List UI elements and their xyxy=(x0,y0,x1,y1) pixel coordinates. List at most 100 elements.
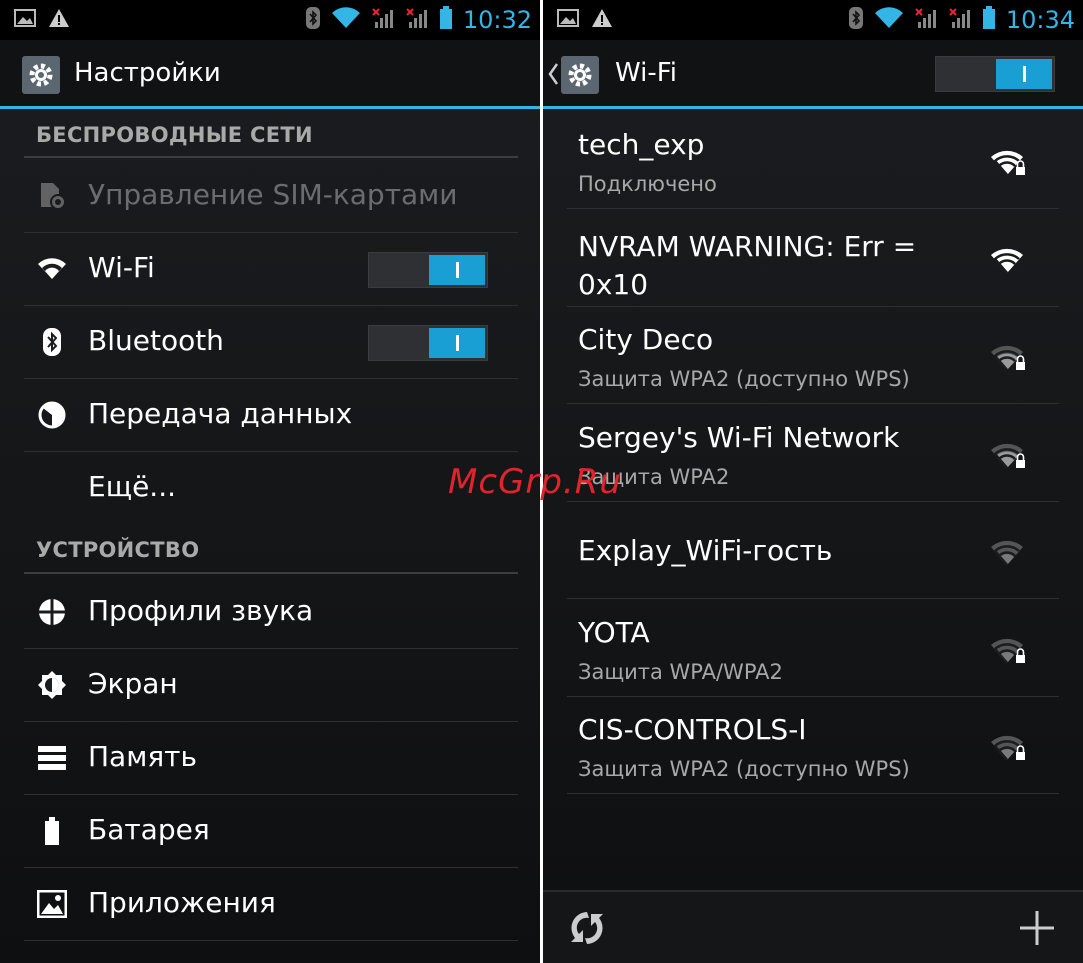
warning-notification-icon xyxy=(591,8,613,32)
network-name: NVRAM WARNING: Err = 0x10 xyxy=(578,230,917,301)
page-title: Настройки xyxy=(74,58,221,88)
settings-item-battery[interactable]: Батарея xyxy=(0,795,540,867)
sound-profile-icon xyxy=(36,596,68,628)
bluetooth-toggle[interactable] xyxy=(368,325,488,361)
action-bar: Wi-Fi xyxy=(543,40,1083,108)
picture-notification-icon xyxy=(557,9,579,31)
settings-gear-icon[interactable] xyxy=(561,56,599,94)
brightness-icon xyxy=(36,669,68,701)
signal-sim1-icon xyxy=(371,7,395,33)
network-item[interactable]: YOTA Защита WPA/WPA2 xyxy=(543,600,1083,697)
settings-item-label: Передача данных xyxy=(88,397,353,430)
settings-item-label: Wi-Fi xyxy=(88,251,155,284)
action-bar: Настройки xyxy=(0,40,540,108)
row-divider xyxy=(24,940,518,941)
settings-item-label: Bluetooth xyxy=(88,324,224,357)
bluetooth-status-icon xyxy=(305,6,321,34)
settings-item-label: Экран xyxy=(88,667,178,700)
section-header-device: УСТРОЙСТВО xyxy=(36,538,200,562)
toggle-thumb xyxy=(429,255,485,285)
settings-item-label: Батарея xyxy=(88,813,210,846)
battery-status-icon xyxy=(439,6,453,34)
wifi-status-icon xyxy=(874,7,904,33)
wifi-toggle[interactable] xyxy=(368,252,488,288)
signal-sim1-icon xyxy=(914,7,938,33)
network-status: Защита WPA/WPA2 xyxy=(578,660,783,684)
storage-icon xyxy=(36,742,68,774)
action-bar-divider xyxy=(543,106,1083,109)
wifi-signal-lock-icon xyxy=(989,730,1029,762)
settings-item-label: Приложения xyxy=(88,886,276,919)
network-item[interactable]: Explay_WiFi-гость xyxy=(543,502,1083,599)
section-divider xyxy=(24,572,518,574)
apps-icon xyxy=(36,888,68,920)
row-divider xyxy=(567,598,1059,599)
wps-button[interactable] xyxy=(563,906,611,954)
status-bar: 10:32 xyxy=(0,0,540,40)
warning-notification-icon xyxy=(48,8,70,32)
wifi-signal-lock-icon xyxy=(989,633,1029,665)
bluetooth-status-icon xyxy=(848,6,864,34)
row-divider xyxy=(567,403,1059,404)
data-usage-icon xyxy=(36,399,68,431)
bottom-action-bar xyxy=(543,890,1083,963)
sim-card-icon xyxy=(36,180,68,212)
settings-item-sound[interactable]: Профили звука xyxy=(0,576,540,648)
network-name: City Deco xyxy=(578,323,714,356)
plus-icon xyxy=(1017,908,1057,952)
status-time: 10:32 xyxy=(462,6,532,34)
back-chevron-icon[interactable] xyxy=(547,62,559,90)
settings-item-display[interactable]: Экран xyxy=(0,649,540,721)
wifi-screen: 10:34 Wi-Fi tech_exp Подключено NVRAM WARN… xyxy=(543,0,1083,963)
battery-icon xyxy=(36,815,68,847)
bluetooth-icon xyxy=(36,326,68,358)
settings-item-label: Ещё... xyxy=(88,470,176,503)
wifi-signal-lock-icon xyxy=(989,340,1029,372)
wps-icon xyxy=(567,908,607,952)
settings-item-apps[interactable]: Приложения xyxy=(0,868,540,940)
wifi-signal-icon xyxy=(989,535,1029,567)
network-name: YOTA xyxy=(578,616,650,649)
settings-item-label: Память xyxy=(88,740,197,773)
toggle-thumb xyxy=(996,59,1052,89)
network-status: Защита WPA2 (доступно WPS) xyxy=(578,367,910,391)
status-time: 10:34 xyxy=(1005,6,1075,34)
network-name: Sergey's Wi-Fi Network xyxy=(578,421,900,454)
picture-notification-icon xyxy=(14,9,36,31)
settings-item-bluetooth[interactable]: Bluetooth xyxy=(0,306,540,378)
add-network-button[interactable] xyxy=(1013,906,1061,954)
signal-sim2-icon xyxy=(948,7,972,33)
settings-item-data-usage[interactable]: Передача данных xyxy=(0,379,540,451)
network-name: CIS-CONTROLS-I xyxy=(578,713,807,746)
battery-status-icon xyxy=(982,6,996,34)
settings-item-sim[interactable]: Управление SIM-картами xyxy=(0,160,540,232)
network-status: Подключено xyxy=(578,172,717,196)
network-item[interactable]: CIS-CONTROLS-I Защита WPA2 (доступно WPS) xyxy=(543,697,1083,794)
wifi-signal-icon xyxy=(989,243,1029,275)
network-item[interactable]: NVRAM WARNING: Err = 0x10 xyxy=(543,210,1083,307)
status-bar: 10:34 xyxy=(543,0,1083,40)
wifi-status-icon xyxy=(331,7,361,33)
row-divider xyxy=(567,208,1059,209)
section-divider xyxy=(24,156,518,158)
section-header-wireless: БЕСПРОВОДНЫЕ СЕТИ xyxy=(36,123,313,147)
wifi-master-toggle[interactable] xyxy=(935,56,1055,92)
network-item[interactable]: tech_exp Подключено xyxy=(543,112,1083,209)
wifi-icon xyxy=(36,253,68,285)
wifi-signal-lock-icon xyxy=(989,145,1029,177)
settings-item-wifi[interactable]: Wi-Fi xyxy=(0,233,540,305)
wifi-signal-lock-icon xyxy=(989,438,1029,470)
row-divider xyxy=(567,793,1059,794)
network-status: Защита WPA2 (доступно WPS) xyxy=(578,757,910,781)
network-item[interactable]: Sergey's Wi-Fi Network Защита WPA2 xyxy=(543,405,1083,502)
settings-item-label: Профили звука xyxy=(88,594,314,627)
settings-item-label: Управление SIM-картами xyxy=(88,178,458,211)
settings-item-storage[interactable]: Память xyxy=(0,722,540,794)
network-name: tech_exp xyxy=(578,128,705,161)
page-title: Wi-Fi xyxy=(615,58,678,88)
action-bar-divider xyxy=(0,106,540,109)
toggle-thumb xyxy=(429,328,485,358)
network-item[interactable]: City Deco Защита WPA2 (доступно WPS) xyxy=(543,307,1083,404)
settings-gear-icon[interactable] xyxy=(22,56,60,94)
watermark: McGrp.Ru xyxy=(448,462,622,502)
